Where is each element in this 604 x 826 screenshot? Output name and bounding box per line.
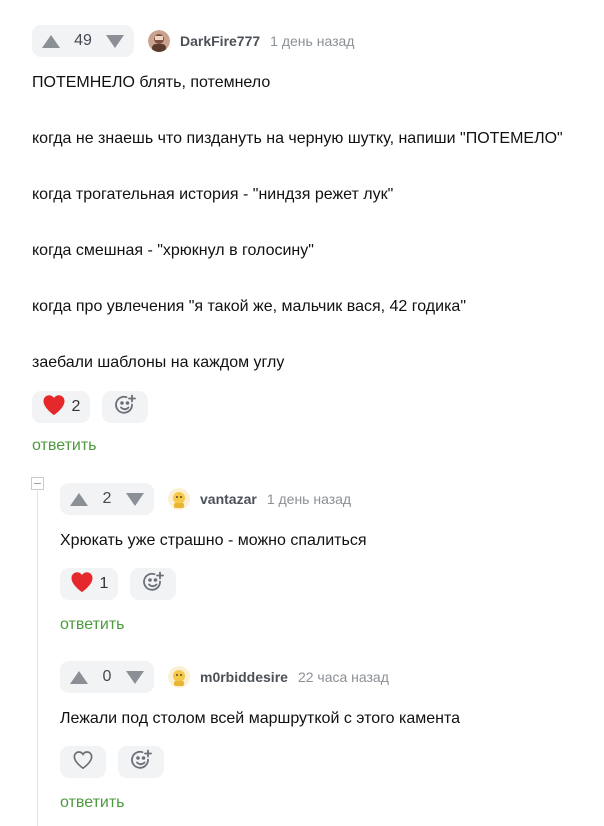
comment-header: 49 DarkFire777 1 день назад [32,25,592,57]
rating-value: 49 [74,32,92,49]
like-button[interactable]: 1 [60,568,118,600]
add-reaction-button[interactable] [118,746,164,778]
comment: 0 m0rbiddesire 22 часа назад Лежали под … [60,661,590,811]
author-name[interactable]: DarkFire777 [180,33,260,49]
add-reaction-icon [129,748,153,777]
like-count: 2 [71,398,81,415]
heart-icon [42,394,66,421]
comment-line: Хрюкать уже страшно - можно спалиться [60,532,367,549]
avatar[interactable] [148,30,170,52]
timestamp[interactable]: 1 день назад [270,33,354,49]
rating-control: 49 [32,25,134,57]
comment-actions: 1 [60,568,176,600]
timestamp[interactable]: 22 часа назад [298,669,389,685]
downvote-icon[interactable] [106,34,124,48]
avatar[interactable] [168,488,190,510]
comment-text: Лежали под столом всей маршруткой с этог… [60,709,460,729]
author-name[interactable]: vantazar [200,491,257,507]
upvote-icon[interactable] [70,492,88,506]
heart-outline-icon [72,750,94,775]
rating-control: 2 [60,483,154,515]
add-reaction-icon [141,570,165,599]
upvote-icon[interactable] [70,670,88,684]
reply-link[interactable]: ответить [60,616,125,634]
comment-line: когда трогательная история - "ниндзя реж… [32,186,394,203]
upvote-icon[interactable] [42,34,60,48]
comment-header: 0 m0rbiddesire 22 часа назад [60,661,590,693]
author-name[interactable]: m0rbiddesire [200,669,288,685]
rating-value: 0 [102,668,112,685]
comment-line: когда смешная - "хрюкнул в голосину" [32,242,314,259]
thread-line[interactable] [37,491,38,826]
comment: 49 DarkFire777 1 день назад ПОТЕМНЕЛО бл… [32,25,592,454]
add-reaction-button[interactable] [102,391,148,423]
reply-link[interactable]: ответить [32,437,97,455]
like-button[interactable]: 2 [32,391,90,423]
downvote-icon[interactable] [126,670,144,684]
comment-line: Лежали под столом всей маршруткой с этог… [60,710,460,727]
comment-actions: 2 [32,391,148,423]
comment-actions [60,746,164,778]
comment-line: ПОТЕМНЕЛО блять, потемнело [32,74,271,91]
reply-link[interactable]: ответить [60,794,125,812]
like-button[interactable] [60,746,106,778]
heart-icon [70,571,94,598]
downvote-icon[interactable] [126,492,144,506]
avatar[interactable] [168,666,190,688]
add-reaction-icon [113,393,137,422]
rating-control: 0 [60,661,154,693]
like-count: 1 [99,575,109,592]
comment-text: Хрюкать уже страшно - можно спалиться [60,531,366,551]
rating-value: 2 [102,490,112,507]
comment-line: когда не знаешь что пиздануть на черную … [32,130,563,147]
collapse-thread-icon[interactable] [31,477,44,490]
comment-line: когда про увлечения "я такой же, мальчик… [32,298,466,315]
add-reaction-button[interactable] [130,568,176,600]
comment-line: заебали шаблоны на каждом углу [32,354,285,371]
comment-header: 2 vantazar 1 день назад [60,483,590,515]
comment: 2 vantazar 1 день назад Хрюкать уже стра… [60,483,590,633]
timestamp[interactable]: 1 день назад [267,491,351,507]
